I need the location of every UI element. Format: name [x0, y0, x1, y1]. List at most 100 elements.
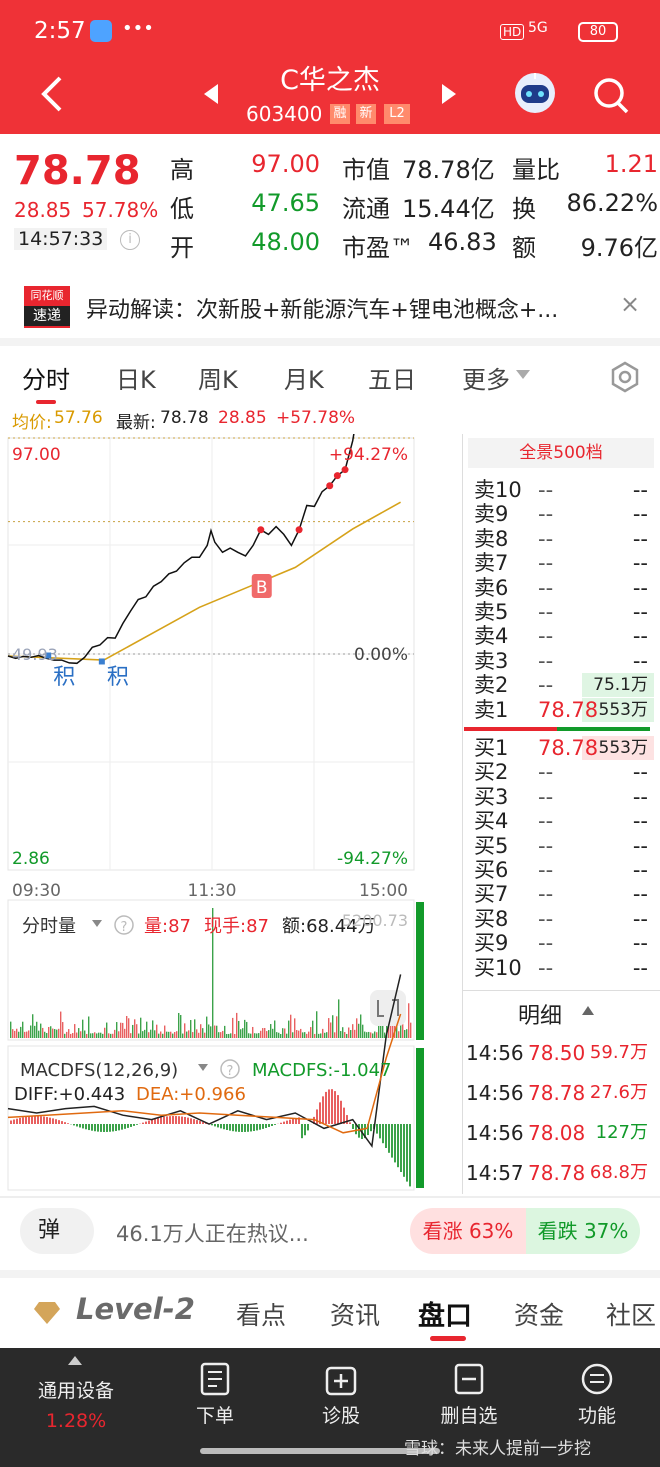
volume-bar	[102, 1033, 104, 1038]
bid-row[interactable]: 买7 -- --	[474, 882, 654, 906]
vote-down-button[interactable]: 看跌 37%	[526, 1208, 640, 1254]
tab-funds[interactable]: 资金	[514, 1296, 564, 1332]
macd-bar	[16, 1118, 18, 1124]
bid-row[interactable]: 买5 -- --	[474, 834, 654, 858]
macd-bar	[283, 1121, 285, 1124]
macd-bar	[88, 1124, 90, 1131]
device-label[interactable]: 通用设备	[20, 1376, 132, 1403]
ask-row[interactable]: 卖2 -- 75.1万	[474, 673, 654, 698]
functions-button[interactable]: 功能	[542, 1362, 652, 1428]
macd-bar	[76, 1124, 78, 1127]
ask-label: 卖2	[474, 673, 509, 698]
remove-watchlist-label: 删自选	[440, 1405, 498, 1427]
prev-stock-icon[interactable]	[204, 84, 220, 104]
robot-assistant-icon[interactable]	[512, 70, 558, 116]
bid-row[interactable]: 买1 78.78 553万	[474, 736, 654, 760]
bid-row[interactable]: 买9 -- --	[474, 931, 654, 955]
news-strip[interactable]: 同花顺 速递 异动解读：次新股+新能源汽车+锂电池概念+... ×	[0, 272, 660, 338]
tab-indicator	[430, 1336, 466, 1341]
volume-bar	[124, 1028, 126, 1038]
macd-bar	[223, 1124, 225, 1130]
volume-bar	[104, 1027, 106, 1038]
volume-bar	[242, 1028, 244, 1038]
volume-bar	[120, 1022, 122, 1038]
ask-row[interactable]: 卖1 78.78 553万	[474, 697, 654, 722]
bid-row[interactable]: 买3 -- --	[474, 785, 654, 809]
back-icon[interactable]	[38, 74, 68, 114]
volume-bar	[288, 1020, 290, 1038]
discussion-text[interactable]: 46.1万人正在热议...	[116, 1218, 309, 1248]
ask-row[interactable]: 卖3 -- --	[474, 649, 654, 673]
ask-row[interactable]: 卖5 -- --	[474, 600, 654, 624]
ask-row[interactable]: 卖7 -- --	[474, 551, 654, 575]
ths-logo: 同花顺 速递	[24, 286, 70, 328]
bottom-toolbar: 通用设备 1.28% 下单 诊股 删自选 功能 雪球：未来人提前一步挖	[0, 1348, 660, 1467]
macd-bar	[247, 1124, 249, 1132]
macd-bar	[148, 1120, 150, 1124]
macd-bar	[235, 1124, 237, 1132]
close-icon[interactable]: ×	[620, 290, 640, 318]
detail-label[interactable]: 明细	[518, 998, 562, 1030]
ask-row[interactable]: 卖10 -- --	[474, 478, 654, 502]
volume-bar	[192, 1032, 194, 1038]
trade-dot	[295, 526, 303, 534]
order-button[interactable]: 下单	[160, 1362, 270, 1428]
volume-bar	[316, 1011, 318, 1038]
ask-row[interactable]: 卖9 -- --	[474, 502, 654, 526]
ask-row[interactable]: 卖8 -- --	[474, 527, 654, 551]
hot-discussion-bar: 弹 46.1万人正在热议... 看涨 63% 看跌 37%	[0, 1196, 660, 1268]
tab-day-k[interactable]: 日K	[116, 360, 156, 395]
vote-up-button[interactable]: 看涨 63%	[410, 1208, 526, 1254]
volume-bar	[320, 1033, 322, 1038]
macd-bar	[55, 1119, 57, 1124]
macd-bar	[301, 1124, 303, 1139]
axis-bottom-pct: -94.27%	[337, 849, 408, 869]
accumulate-marker[interactable]: 积	[53, 665, 75, 690]
tab-order-book[interactable]: 盘口	[418, 1294, 472, 1333]
search-icon[interactable]	[592, 76, 630, 116]
macd-bar	[157, 1117, 159, 1124]
tab-news[interactable]: 资讯	[330, 1296, 380, 1332]
remove-watchlist-button[interactable]: 删自选	[414, 1362, 524, 1428]
tab-level2[interactable]: Level-2	[76, 1292, 195, 1326]
volume-label[interactable]: 分时量	[22, 916, 76, 937]
macd-bar	[259, 1124, 261, 1130]
volume-bar	[234, 1033, 236, 1038]
expand-icon[interactable]	[370, 990, 406, 1026]
macd-label[interactable]: MACDFS(12,26,9)	[20, 1060, 178, 1081]
ask-row[interactable]: 卖4 -- --	[474, 624, 654, 648]
bid-row[interactable]: 买2 -- --	[474, 760, 654, 784]
diff-value: DIFF:+0.443	[14, 1084, 125, 1105]
tab-month-k[interactable]: 月K	[284, 360, 324, 395]
ask-label: 卖1	[474, 697, 509, 722]
order-book-header[interactable]: 全景500档	[468, 438, 654, 468]
tab-week-k[interactable]: 周K	[198, 360, 238, 395]
ask-volume: --	[632, 600, 648, 624]
settings-icon[interactable]	[608, 360, 642, 394]
danmu-toggle[interactable]: 弹	[20, 1208, 94, 1254]
x-tick: 09:30	[12, 881, 61, 901]
bid-row[interactable]: 买4 -- --	[474, 809, 654, 833]
volume-bar	[214, 1025, 216, 1038]
tab-intraday[interactable]: 分时	[22, 360, 70, 395]
tab-highlights[interactable]: 看点	[236, 1296, 286, 1332]
macd-bar	[292, 1118, 294, 1124]
ask-row[interactable]: 卖6 -- --	[474, 576, 654, 600]
next-stock-icon[interactable]	[440, 84, 456, 104]
macd-bar	[196, 1120, 198, 1124]
bid-volume: --	[632, 955, 648, 980]
tab-community[interactable]: 社区	[606, 1296, 660, 1332]
bid-row[interactable]: 买10 -- --	[474, 956, 654, 980]
macd-bar	[43, 1116, 45, 1124]
tab-more[interactable]: 更多	[462, 360, 510, 395]
diagnose-button[interactable]: 诊股	[286, 1362, 396, 1428]
accumulate-marker[interactable]: 积	[107, 665, 129, 690]
macd-bar	[256, 1124, 258, 1131]
volume-bar	[14, 1030, 16, 1038]
bid-row[interactable]: 买8 -- --	[474, 907, 654, 931]
volume-bar	[296, 1030, 298, 1038]
bid-row[interactable]: 买6 -- --	[474, 858, 654, 882]
tab-five-day[interactable]: 五日	[368, 360, 416, 395]
intraday-chart[interactable]: 积 积 B 97.00 +94.27% 0.00% 49.93 2.86 -94.2…	[0, 434, 462, 1194]
info-icon[interactable]: i	[120, 230, 140, 250]
